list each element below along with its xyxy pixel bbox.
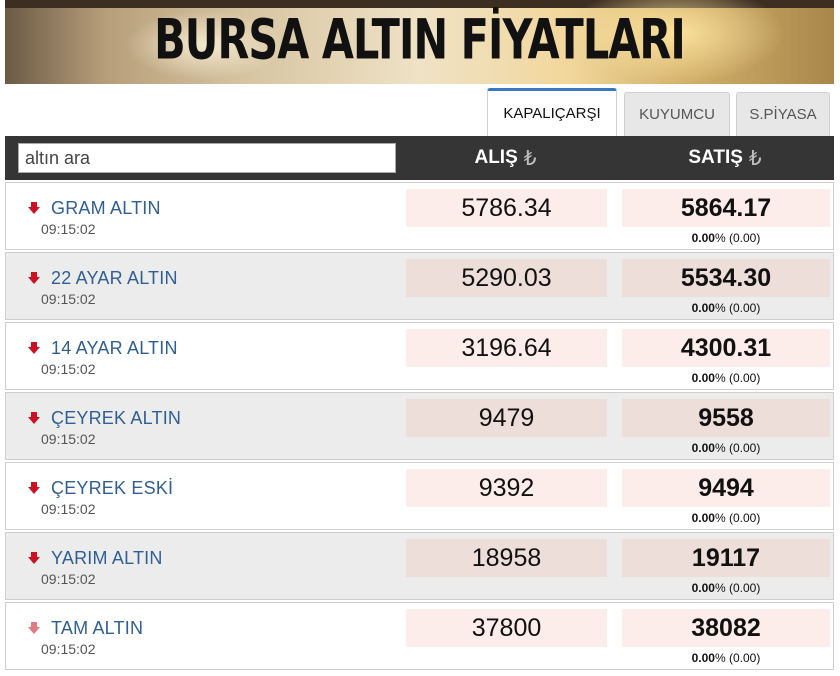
table-row[interactable]: YARIM ALTIN 09:15:02 18958 19117 0.00% (… xyxy=(5,532,834,600)
down-arrow-icon xyxy=(28,482,40,494)
change-percent: 0.00 xyxy=(691,441,715,455)
header-banner: BURSA ALTIN FİYATLARI xyxy=(5,0,834,84)
update-time: 09:15:02 xyxy=(41,641,96,657)
lira-icon: ₺ xyxy=(748,147,762,170)
buy-price: 9392 xyxy=(406,469,607,507)
sell-price: 5864.17 xyxy=(622,189,830,227)
update-time: 09:15:02 xyxy=(41,361,96,377)
gold-name-link[interactable]: 14 AYAR ALTIN xyxy=(51,338,178,359)
change-amount: (0.00) xyxy=(729,511,761,525)
gold-name-link[interactable]: 22 AYAR ALTIN xyxy=(51,268,178,289)
update-time: 09:15:02 xyxy=(41,501,96,517)
change-amount: (0.00) xyxy=(729,581,761,595)
buy-label: ALIŞ xyxy=(474,147,518,168)
search-input[interactable] xyxy=(18,143,396,173)
buy-price: 18958 xyxy=(406,539,607,577)
down-arrow-icon xyxy=(28,552,40,564)
change-info: 0.00% (0.00) xyxy=(691,511,761,525)
change-amount: (0.00) xyxy=(729,231,761,245)
table-row[interactable]: 22 AYAR ALTIN 09:15:02 5290.03 5534.30 0… xyxy=(5,252,834,320)
buy-column-header: ALIŞ ₺ xyxy=(405,136,606,180)
gold-name-link[interactable]: YARIM ALTIN xyxy=(51,548,163,569)
sell-price: 9494 xyxy=(622,469,830,507)
change-amount: (0.00) xyxy=(729,371,761,385)
change-info: 0.00% (0.00) xyxy=(691,581,761,595)
page-title: BURSA ALTIN FİYATLARI xyxy=(154,7,686,72)
buy-price: 5786.34 xyxy=(406,189,607,227)
change-info: 0.00% (0.00) xyxy=(691,301,761,315)
sell-price: 5534.30 xyxy=(622,259,830,297)
change-amount: (0.00) xyxy=(729,301,761,315)
change-amount: (0.00) xyxy=(729,651,761,665)
sell-price: 9558 xyxy=(622,399,830,437)
table-row[interactable]: ÇEYREK ESKİ 09:15:02 9392 9494 0.00% (0.… xyxy=(5,462,834,530)
update-time: 09:15:02 xyxy=(41,431,96,447)
tab-kapalicarsi[interactable]: KAPALIÇARŞI xyxy=(487,88,617,136)
gold-price-list: GRAM ALTIN 09:15:02 5786.34 5864.17 0.00… xyxy=(5,182,834,672)
change-info: 0.00% (0.00) xyxy=(691,371,761,385)
gold-name-link[interactable]: GRAM ALTIN xyxy=(51,198,161,219)
buy-price: 5290.03 xyxy=(406,259,607,297)
change-percent: 0.00 xyxy=(691,301,715,315)
tab-serbest-piyasa[interactable]: S.PİYASA xyxy=(736,92,830,136)
buy-price: 37800 xyxy=(406,609,607,647)
lira-icon: ₺ xyxy=(523,147,537,170)
sell-price: 4300.31 xyxy=(622,329,830,367)
table-header: ALIŞ ₺ SATIŞ ₺ xyxy=(5,136,834,180)
down-arrow-icon xyxy=(28,342,40,354)
gold-name-link[interactable]: ÇEYREK ESKİ xyxy=(51,478,173,499)
change-percent: 0.00 xyxy=(691,651,715,665)
gold-name-link[interactable]: ÇEYREK ALTIN xyxy=(51,408,181,429)
down-arrow-icon xyxy=(28,202,40,214)
change-info: 0.00% (0.00) xyxy=(691,231,761,245)
sell-label: SATIŞ xyxy=(688,147,743,168)
market-tabs: KAPALIÇARŞI KUYUMCU S.PİYASA xyxy=(0,88,840,136)
buy-price: 9479 xyxy=(406,399,607,437)
update-time: 09:15:02 xyxy=(41,221,96,237)
change-percent: 0.00 xyxy=(691,371,715,385)
down-arrow-icon xyxy=(28,412,40,424)
down-arrow-icon xyxy=(28,272,40,284)
tab-kuyumcu[interactable]: KUYUMCU xyxy=(624,92,730,136)
table-row[interactable]: ÇEYREK ALTIN 09:15:02 9479 9558 0.00% (0… xyxy=(5,392,834,460)
table-row[interactable]: GRAM ALTIN 09:15:02 5786.34 5864.17 0.00… xyxy=(5,182,834,250)
change-percent: 0.00 xyxy=(691,511,715,525)
change-percent: 0.00 xyxy=(691,581,715,595)
change-info: 0.00% (0.00) xyxy=(691,441,761,455)
gold-name-link[interactable]: TAM ALTIN xyxy=(51,618,143,639)
table-row[interactable]: TAM ALTIN 09:15:02 37800 38082 0.00% (0.… xyxy=(5,602,834,670)
sell-price: 19117 xyxy=(622,539,830,577)
change-percent: 0.00 xyxy=(691,231,715,245)
sell-price: 38082 xyxy=(622,609,830,647)
down-arrow-icon xyxy=(28,622,40,634)
buy-price: 3196.64 xyxy=(406,329,607,367)
table-row[interactable]: 14 AYAR ALTIN 09:15:02 3196.64 4300.31 0… xyxy=(5,322,834,390)
update-time: 09:15:02 xyxy=(41,571,96,587)
sell-column-header: SATIŞ ₺ xyxy=(621,136,829,180)
change-amount: (0.00) xyxy=(729,441,761,455)
change-info: 0.00% (0.00) xyxy=(691,651,761,665)
update-time: 09:15:02 xyxy=(41,291,96,307)
